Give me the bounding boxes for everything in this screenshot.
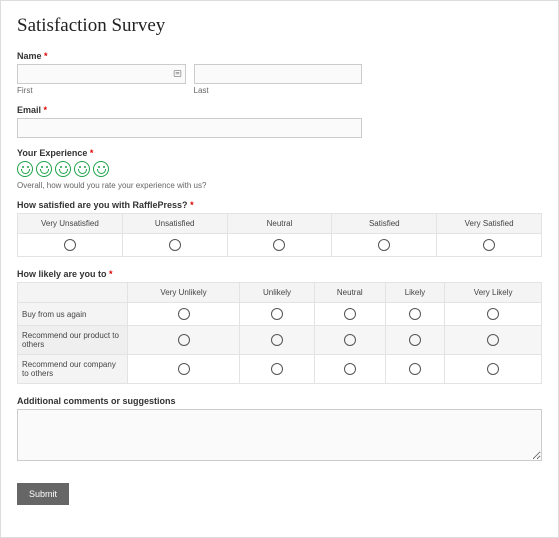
col-header: Very Unsatisfied (18, 214, 123, 234)
field-likelihood: How likely are you to * Very Unlikely Un… (17, 269, 542, 384)
radio-option[interactable] (178, 334, 190, 346)
radio-option[interactable] (273, 239, 285, 251)
comments-label: Additional comments or suggestions (17, 396, 542, 406)
satisfaction-label: How satisfied are you with RafflePress? (17, 200, 188, 210)
radio-option[interactable] (344, 308, 356, 320)
required-marker: * (109, 269, 113, 279)
radio-option[interactable] (169, 239, 181, 251)
col-header: Unsatisfied (122, 214, 227, 234)
smiley-icon[interactable] (17, 161, 33, 177)
col-header: Very Satisfied (437, 214, 542, 234)
radio-option[interactable] (483, 239, 495, 251)
radio-option[interactable] (409, 334, 421, 346)
last-name-input[interactable] (194, 64, 363, 84)
likelihood-label: How likely are you to (17, 269, 107, 279)
experience-label: Your Experience (17, 148, 87, 158)
smiley-icon[interactable] (93, 161, 109, 177)
col-header: Neutral (315, 283, 386, 303)
col-header: Neutral (227, 214, 332, 234)
first-name-input[interactable] (17, 64, 186, 84)
field-email: Email * (17, 105, 542, 138)
email-label: Email (17, 105, 41, 115)
col-header: Very Unlikely (128, 283, 240, 303)
radio-option[interactable] (409, 363, 421, 375)
smiley-icon[interactable] (55, 161, 71, 177)
required-marker: * (44, 51, 48, 61)
name-label: Name (17, 51, 42, 61)
required-marker: * (90, 148, 94, 158)
col-header: Very Likely (445, 283, 542, 303)
first-sublabel: First (17, 86, 186, 95)
last-sublabel: Last (194, 86, 363, 95)
survey-form: Satisfaction Survey Name * First Last Em… (0, 0, 559, 538)
field-experience: Your Experience * Overall, how would you… (17, 148, 542, 190)
experience-helper: Overall, how would you rate your experie… (17, 181, 542, 190)
radio-option[interactable] (344, 363, 356, 375)
radio-option[interactable] (487, 334, 499, 346)
radio-option[interactable] (178, 363, 190, 375)
col-header: Satisfied (332, 214, 437, 234)
col-header: Likely (385, 283, 445, 303)
radio-option[interactable] (271, 308, 283, 320)
field-comments: Additional comments or suggestions (17, 396, 542, 463)
col-header: Unlikely (240, 283, 315, 303)
email-input[interactable] (17, 118, 362, 138)
radio-option[interactable] (271, 363, 283, 375)
radio-option[interactable] (487, 308, 499, 320)
likelihood-table: Very Unlikely Unlikely Neutral Likely Ve… (17, 282, 542, 384)
row-header: Recommend our company to others (18, 355, 128, 384)
radio-option[interactable] (487, 363, 499, 375)
row-header: Recommend our product to others (18, 326, 128, 355)
row-header: Buy from us again (18, 303, 128, 326)
field-satisfaction: How satisfied are you with RafflePress? … (17, 200, 542, 257)
submit-button[interactable]: Submit (17, 483, 69, 505)
smiley-icon[interactable] (74, 161, 90, 177)
smiley-icon[interactable] (36, 161, 52, 177)
field-name: Name * First Last (17, 51, 542, 95)
radio-option[interactable] (64, 239, 76, 251)
radio-option[interactable] (378, 239, 390, 251)
satisfaction-table: Very Unsatisfied Unsatisfied Neutral Sat… (17, 213, 542, 257)
required-marker: * (44, 105, 48, 115)
radio-option[interactable] (271, 334, 283, 346)
radio-option[interactable] (178, 308, 190, 320)
page-title: Satisfaction Survey (17, 15, 542, 37)
radio-option[interactable] (344, 334, 356, 346)
comments-textarea[interactable] (17, 409, 542, 461)
radio-option[interactable] (409, 308, 421, 320)
required-marker: * (190, 200, 194, 210)
